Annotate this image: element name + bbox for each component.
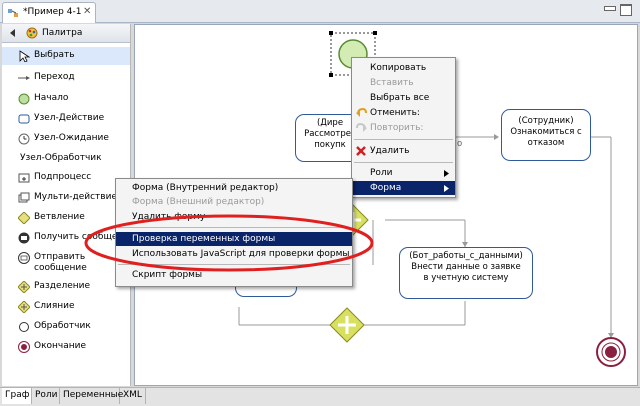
palette-item-handler[interactable]: Обработчик bbox=[2, 318, 130, 336]
palette-item-label: Разделение bbox=[34, 281, 91, 291]
menu-item-copy[interactable]: Копировать bbox=[352, 61, 455, 75]
menu-item-form[interactable]: Форма bbox=[352, 181, 455, 195]
action-node-icon bbox=[18, 114, 30, 124]
tab-roles[interactable]: Роли bbox=[32, 388, 60, 404]
node-text: Ознакомиться с отказом bbox=[510, 127, 582, 148]
palette-item-action[interactable]: Узел-Действие bbox=[2, 110, 130, 128]
palette-item-join[interactable]: Слияние bbox=[2, 298, 130, 316]
collapse-arrow-icon[interactable] bbox=[10, 29, 16, 37]
palette-item-end[interactable]: Окончание bbox=[2, 338, 130, 356]
end-node-icon bbox=[18, 341, 30, 353]
menu-item-roles[interactable]: Роли bbox=[352, 166, 455, 180]
handler-icon bbox=[19, 322, 29, 332]
palette-item-multi-action[interactable]: Мульти-действие bbox=[2, 189, 130, 207]
end-node[interactable] bbox=[596, 337, 626, 367]
arrow-icon bbox=[18, 76, 30, 80]
palette-item-wait[interactable]: Узел-Ожидание bbox=[2, 130, 130, 148]
wait-node-icon bbox=[18, 133, 30, 145]
submenu-arrow-icon bbox=[444, 185, 449, 192]
palette-panel: Палитра Выбрать Переход Начало Узел-Дейс… bbox=[2, 24, 135, 386]
editor-tab[interactable]: *Пример 4-1 ✕ bbox=[2, 2, 96, 23]
palette-item-label: Переход bbox=[34, 72, 75, 82]
editor-tab-bar: *Пример 4-1 ✕ bbox=[0, 0, 640, 23]
palette-item-fork[interactable]: Разделение bbox=[2, 278, 130, 296]
close-icon[interactable]: ✕ bbox=[83, 6, 91, 17]
edge-label: о bbox=[457, 139, 463, 149]
editor-tab-title: *Пример 4-1 bbox=[23, 7, 82, 17]
palette-item-select[interactable]: Выбрать bbox=[2, 47, 130, 65]
undo-icon bbox=[356, 108, 367, 117]
context-menu: Копировать Вставить Выбрать все Отменить… bbox=[351, 57, 456, 198]
menu-item-form-external-editor[interactable]: Форма (Внешний редактор) bbox=[116, 195, 352, 209]
menu-item-undo[interactable]: Отменить: bbox=[352, 106, 455, 120]
palette-item-label: Подпроцесс bbox=[34, 172, 92, 182]
tab-variables[interactable]: Переменные bbox=[60, 388, 123, 404]
palette-item-label: Узел-Обработчик bbox=[20, 153, 102, 163]
redo-icon bbox=[356, 123, 367, 132]
arrowhead bbox=[494, 134, 499, 140]
menu-item-select-all[interactable]: Выбрать все bbox=[352, 91, 455, 105]
palette-item-label: Обработчик bbox=[34, 321, 91, 331]
menu-item-redo[interactable]: Повторить: bbox=[352, 121, 455, 135]
palette-item-label: Мульти-действие bbox=[34, 192, 117, 202]
palette-item-start[interactable]: Начало bbox=[2, 90, 130, 108]
node-title: (Сотрудник) bbox=[518, 116, 574, 126]
submenu-arrow-icon bbox=[444, 170, 449, 177]
palette-item-label: Узел-Действие bbox=[34, 113, 105, 123]
send-message-icon bbox=[18, 252, 30, 264]
maximize-button[interactable] bbox=[620, 4, 632, 16]
fork-icon bbox=[18, 281, 30, 293]
palette-item-label: Слияние bbox=[34, 301, 75, 311]
minimize-button[interactable] bbox=[604, 6, 616, 11]
subprocess-icon bbox=[18, 173, 30, 183]
palette-item-label: Узел-Ожидание bbox=[34, 133, 109, 143]
pointer-icon bbox=[19, 50, 30, 62]
tab-xml[interactable]: XML bbox=[120, 388, 146, 404]
palette-item-label: Выбрать bbox=[34, 50, 75, 60]
palette-item-label: Ветвление bbox=[34, 212, 85, 222]
palette-item-handler-node[interactable]: Узел-Обработчик bbox=[2, 150, 130, 168]
receive-message-icon bbox=[18, 232, 30, 244]
palette-header[interactable]: Палитра bbox=[2, 24, 130, 43]
highlight-ellipse bbox=[84, 214, 374, 272]
menu-item-form-internal-editor[interactable]: Форма (Внутренний редактор) bbox=[116, 181, 352, 195]
start-node-icon bbox=[18, 93, 30, 105]
decision-icon bbox=[18, 212, 30, 224]
palette-item-subprocess[interactable]: Подпроцесс bbox=[2, 169, 130, 187]
process-file-icon bbox=[8, 9, 18, 17]
bot-task-node[interactable]: (Бот_работы_с_данными) Внести данные о з… bbox=[399, 247, 533, 299]
palette-item-label: Начало bbox=[34, 93, 69, 103]
bottom-tab-bar: Граф Роли Переменные XML bbox=[0, 387, 640, 406]
palette-item-transition[interactable]: Переход bbox=[2, 69, 130, 87]
menu-item-delete[interactable]: Удалить bbox=[352, 144, 455, 158]
palette-title: Палитра bbox=[42, 28, 83, 38]
palette-icon bbox=[26, 27, 38, 39]
delete-icon bbox=[356, 146, 366, 156]
join-icon bbox=[18, 301, 30, 313]
gateway-bottom[interactable] bbox=[329, 307, 365, 343]
multi-action-icon bbox=[18, 192, 30, 203]
palette-item-label: Окончание bbox=[34, 341, 87, 351]
menu-item-paste[interactable]: Вставить bbox=[352, 76, 455, 90]
node-title: (Бот_работы_с_данными) bbox=[409, 251, 523, 261]
node-text: Внести данные о заявке в учетную систему bbox=[411, 262, 521, 283]
tab-graph[interactable]: Граф bbox=[2, 388, 32, 404]
employee-task-node[interactable]: (Сотрудник) Ознакомиться с отказом bbox=[501, 109, 591, 161]
